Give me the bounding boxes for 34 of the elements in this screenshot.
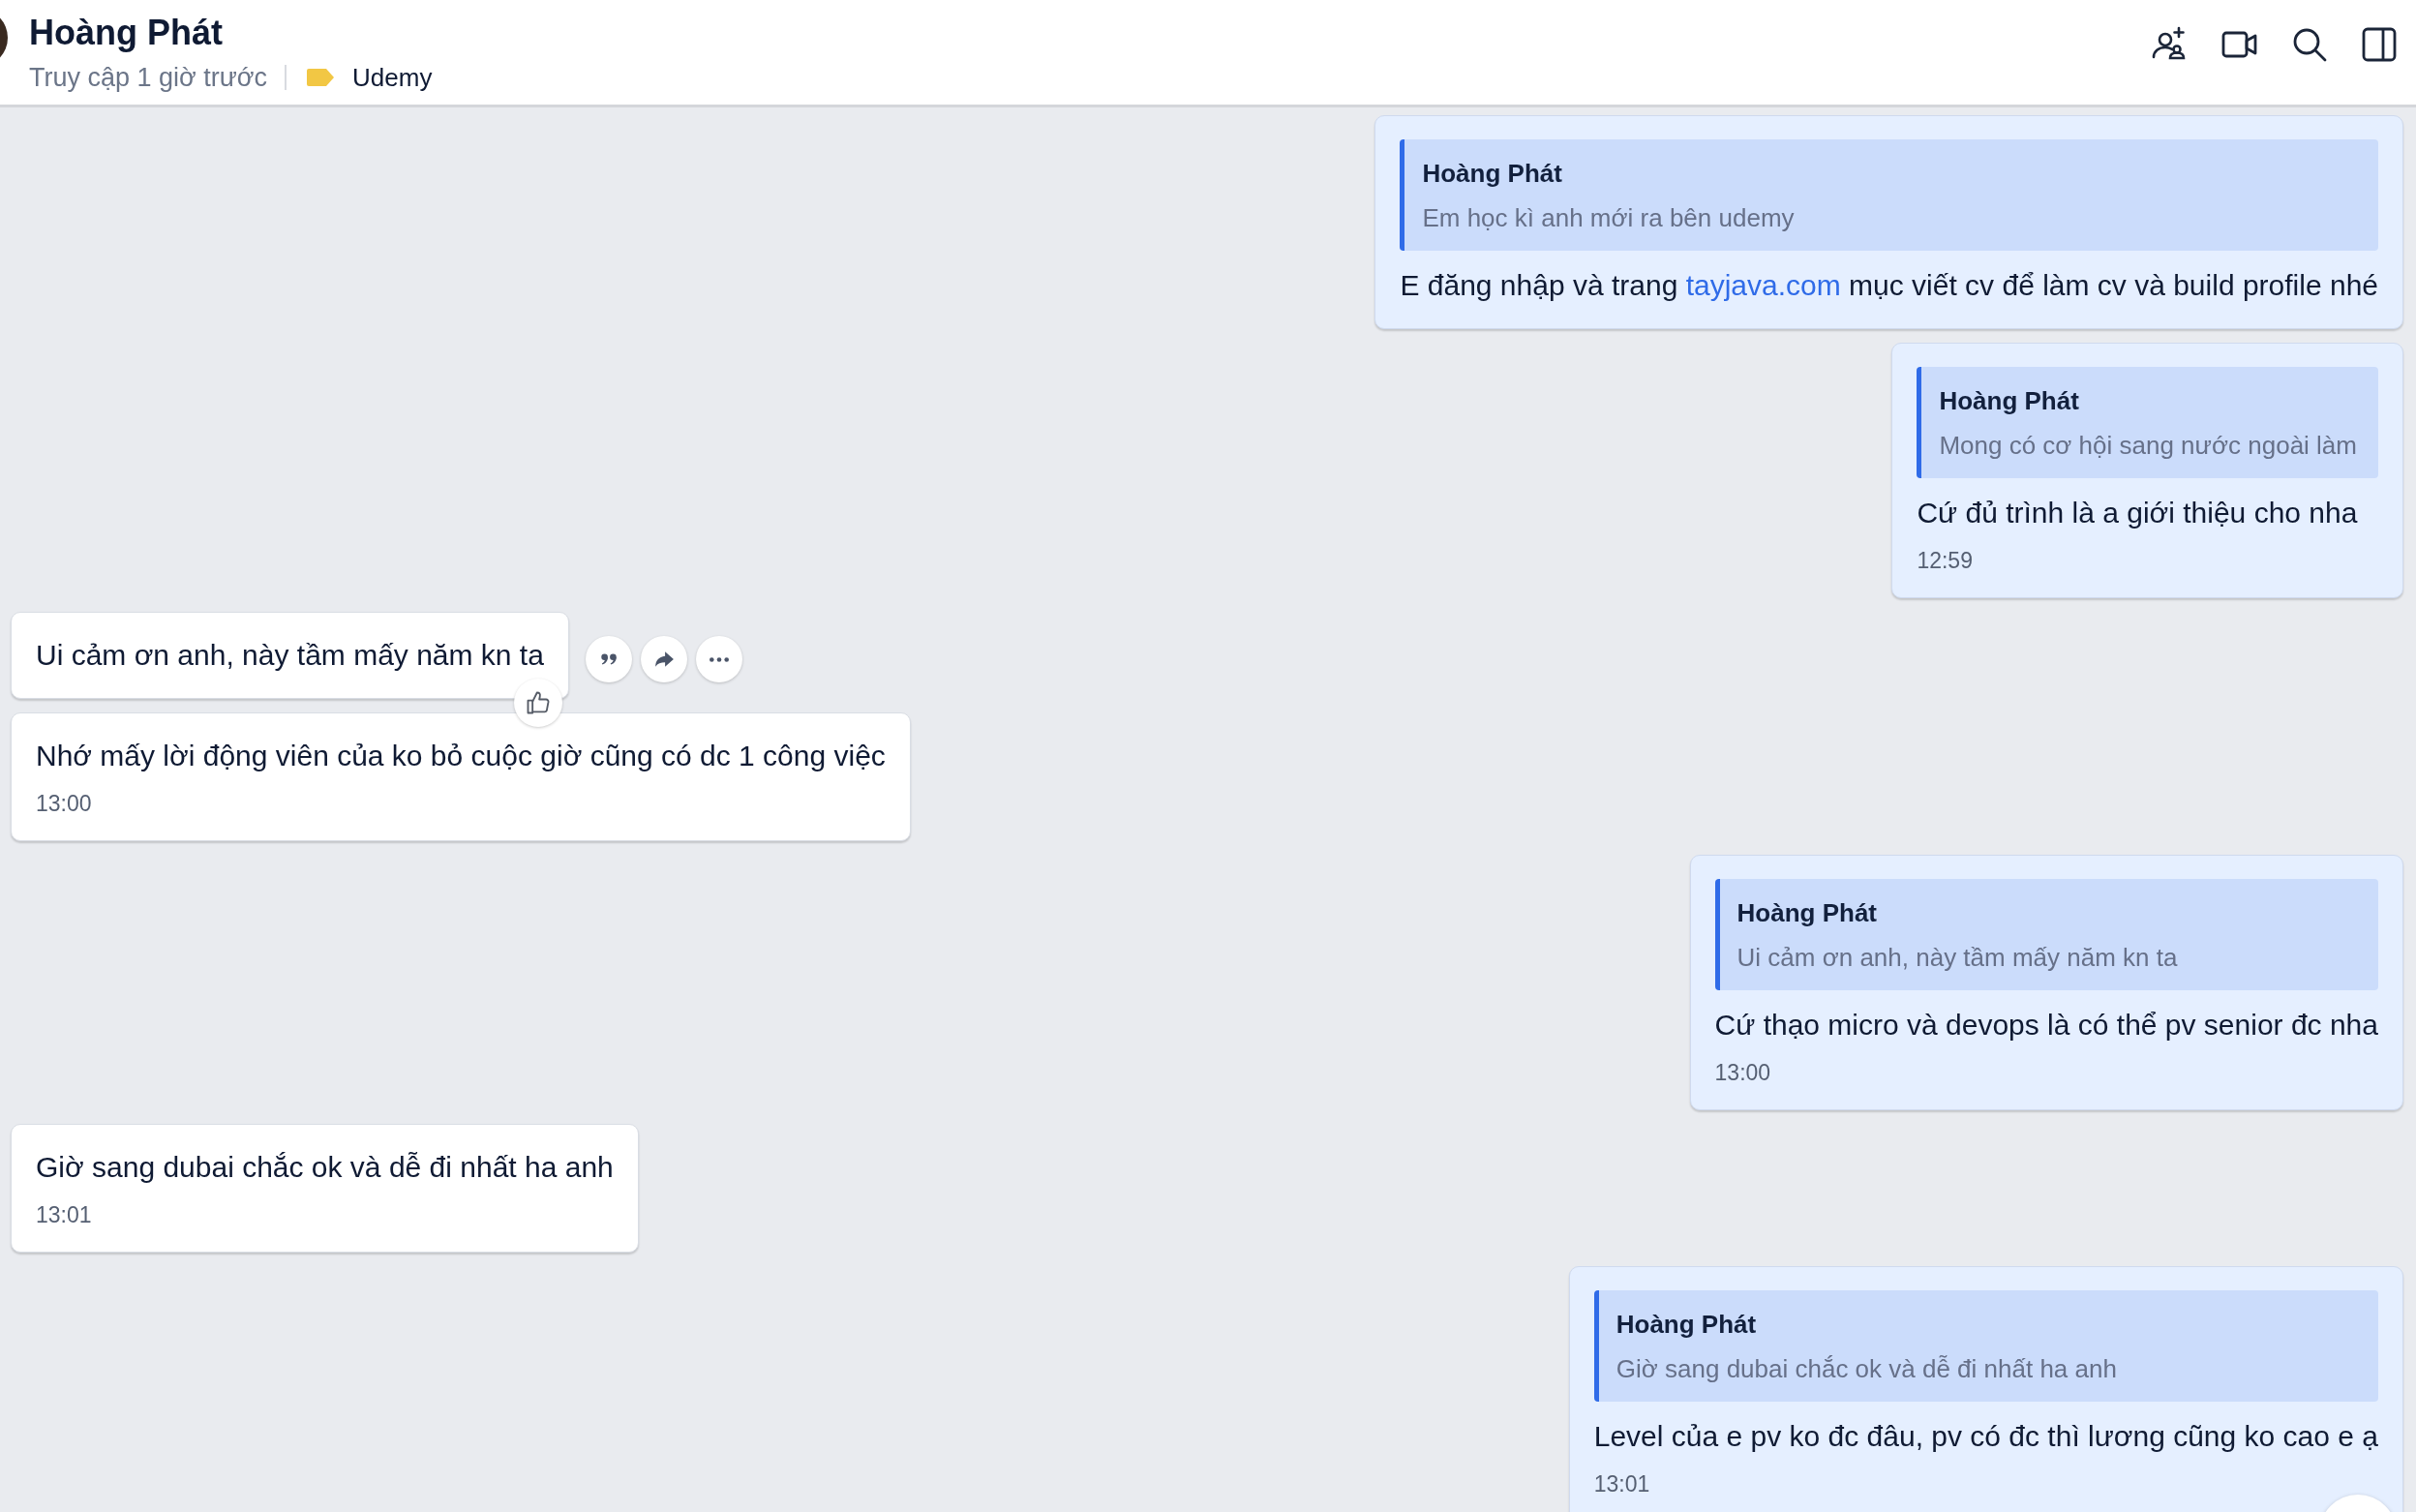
quote-text: Ui cảm ơn anh, này tầm mấy năm kn ta	[1736, 943, 2179, 973]
message-text: Cứ thạo micro và devops là có thể pv senior đc nha	[1714, 1008, 2378, 1043]
quoted-message[interactable]: Hoàng Phát Giờ sang dubai chắc ok và dễ đi nhất ha anh	[1593, 1290, 2378, 1402]
last-seen-text: Truy cập 1 giờ trước	[29, 62, 268, 93]
quote-button[interactable]	[585, 636, 632, 682]
message-text: Ui cảm ơn anh, này tầm mấy năm kn ta	[36, 638, 544, 673]
quoted-message[interactable]: Hoàng Phát Mong có cơ hội sang nước ngoài làm	[1917, 367, 2378, 478]
quote-author: Hoàng Phát	[1939, 386, 2080, 416]
quoted-message[interactable]: Hoàng Phát Ui cảm ơn anh, này tầm mấy năm kn ta	[1714, 879, 2378, 990]
tag-icon	[306, 68, 336, 87]
like-button[interactable]	[513, 679, 562, 727]
message-text: Level của e pv ko đc đâu, pv có đc thì lương cũng ko cao e ạ	[1593, 1419, 2378, 1454]
quote-text: Giờ sang dubai chắc ok và dễ đi nhất ha anh	[1616, 1354, 2118, 1384]
quote-author: Hoàng Phát	[1422, 159, 1563, 189]
forward-button[interactable]	[640, 636, 687, 682]
quoted-message[interactable]: Hoàng Phát Em học kì anh mới ra bên udemy	[1400, 139, 2378, 251]
sidebar-toggle-icon[interactable]	[2360, 25, 2399, 64]
message-time: 13:01	[1593, 1471, 1651, 1497]
message-time: 13:00	[1714, 1060, 1772, 1086]
message-time: 13:00	[36, 791, 93, 817]
message-time: 13:01	[36, 1202, 93, 1228]
contact-name: Hoàng Phát	[29, 12, 224, 53]
quote-author: Hoàng Phát	[1736, 898, 1878, 928]
tag-label[interactable]: Udemy	[352, 62, 433, 93]
message-text: Cứ đủ trình là a giới thiệu cho nha	[1917, 496, 2359, 530]
message-text: E đăng nhập và trang tayjava.com mục viết cv để làm cv và build profile nhé	[1400, 268, 2378, 303]
message-time: 12:59	[1917, 548, 1974, 574]
quote-author: Hoàng Phát	[1616, 1310, 1758, 1340]
link[interactable]: tayjava.com	[1685, 269, 1841, 301]
quote-text: Mong có cơ hội sang nước ngoài làm	[1939, 431, 2357, 461]
message-text: Nhớ mấy lời động viên của ko bỏ cuộc giờ cũng có dc 1 công việc	[36, 739, 886, 773]
quote-text: Em học kì anh mới ra bên udemy	[1422, 203, 1796, 233]
message-text: Giờ sang dubai chắc ok và dễ đi nhất ha anh	[36, 1150, 614, 1185]
more-icon	[709, 656, 729, 662]
